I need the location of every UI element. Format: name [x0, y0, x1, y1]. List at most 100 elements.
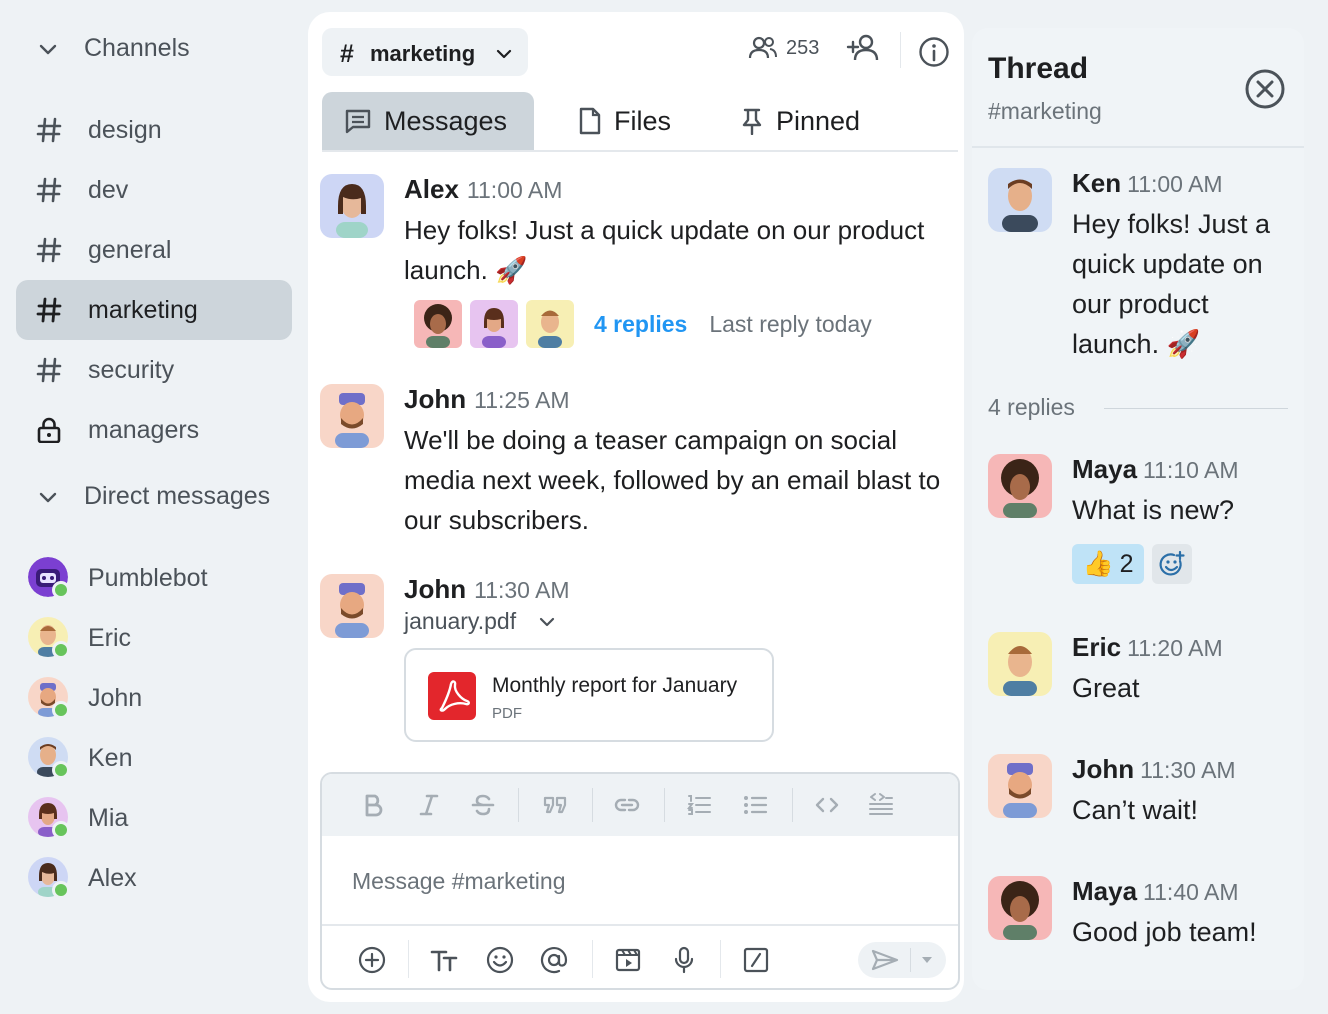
hash-icon — [36, 297, 62, 323]
message-text: Can’t wait! — [1072, 795, 1199, 825]
avatar — [470, 300, 518, 348]
avatar — [988, 632, 1052, 696]
caret-down-icon[interactable] — [920, 954, 934, 966]
reactions: 👍 2 — [1072, 544, 1192, 584]
members-button[interactable]: 253 — [748, 36, 819, 60]
hash-icon — [36, 357, 62, 383]
divider-line — [1104, 408, 1288, 409]
code-block-icon[interactable] — [868, 792, 894, 818]
avatar — [988, 754, 1052, 818]
message-input[interactable]: Message #marketing — [352, 868, 566, 895]
message-time: 11:30 AM — [1140, 757, 1236, 783]
dm-item-ken[interactable]: Ken — [28, 735, 298, 779]
add-member-icon[interactable] — [846, 34, 880, 62]
online-status-dot — [52, 701, 70, 719]
video-clip-icon[interactable] — [614, 946, 642, 974]
sidebar-item-marketing[interactable]: marketing — [16, 280, 292, 340]
channel-selector[interactable]: # marketing — [322, 28, 528, 76]
strikethrough-icon[interactable] — [470, 792, 496, 818]
sidebar-item-label: marketing — [88, 296, 198, 324]
pdf-attachment-card[interactable]: Monthly report for January PDF — [404, 648, 774, 742]
avatar — [988, 168, 1052, 232]
formatting-toolbar — [322, 774, 958, 836]
tab-files[interactable]: Files — [578, 92, 671, 150]
attachment-title: Monthly report for January — [492, 674, 738, 697]
thread-reply: John 11:30 AM Can’t wait! — [988, 754, 1298, 844]
sidebar-item-label: general — [88, 236, 172, 264]
sidebar-item-design[interactable]: design — [16, 100, 292, 160]
direct-messages-section-toggle[interactable]: Direct messages — [36, 482, 270, 511]
dm-item-eric[interactable]: Eric — [28, 615, 298, 659]
attachment-type: PDF — [492, 705, 522, 722]
tab-pinned[interactable]: Pinned — [740, 92, 860, 150]
reaction-count: 2 — [1119, 549, 1134, 578]
avatar — [320, 384, 384, 448]
message-author: Eric 11:20 AM — [1072, 632, 1223, 662]
thread-title: Thread — [988, 52, 1089, 85]
dm-item-pumblebot[interactable]: Pumblebot — [28, 555, 298, 599]
info-icon[interactable] — [918, 36, 950, 68]
microphone-icon[interactable] — [670, 946, 698, 974]
slash-command-icon[interactable] — [742, 946, 770, 974]
mention-icon[interactable] — [540, 946, 568, 974]
sidebar-item-label: security — [88, 356, 175, 384]
send-button-group — [858, 942, 946, 978]
bullet-list-icon[interactable] — [742, 792, 768, 818]
tab-label: Messages — [384, 105, 508, 136]
reaction-thumbs-up[interactable]: 👍 2 — [1072, 544, 1144, 584]
message-time: 11:20 AM — [1127, 635, 1223, 661]
dm-item-label: Alex — [88, 864, 137, 892]
chevron-down-icon — [39, 44, 57, 54]
quote-icon[interactable] — [542, 792, 568, 818]
tab-label: Pinned — [776, 105, 861, 136]
channels-section-toggle[interactable]: Channels — [36, 34, 190, 63]
add-reaction-button[interactable] — [1152, 544, 1192, 584]
main-panel: # marketing 253 Messages Files Pinned Al… — [308, 12, 964, 1002]
message-time: 11:00 AM — [466, 177, 563, 203]
dm-item-alex[interactable]: Alex — [28, 855, 298, 899]
numbered-list-icon[interactable] — [686, 792, 712, 818]
replies-count[interactable]: 4 replies — [594, 311, 687, 338]
hash-icon — [36, 117, 62, 143]
channel-name: marketing — [370, 41, 476, 66]
message-icon — [345, 109, 371, 134]
avatar — [414, 300, 462, 348]
close-icon[interactable] — [1244, 68, 1286, 110]
link-icon[interactable] — [614, 792, 640, 818]
code-icon[interactable] — [814, 792, 840, 818]
file-icon — [579, 107, 601, 135]
reaction-emoji: 👍 — [1082, 549, 1114, 578]
avatar — [320, 174, 384, 238]
last-reply-label: Last reply today — [709, 310, 872, 337]
channels-header: Channels — [84, 34, 190, 62]
send-icon[interactable] — [870, 948, 900, 972]
emoji-icon[interactable] — [486, 946, 514, 974]
avatar — [526, 300, 574, 348]
tab-messages[interactable]: Messages — [322, 92, 534, 150]
sidebar-item-managers[interactable]: managers — [16, 400, 292, 460]
message-time: 11:25 AM — [474, 387, 570, 413]
add-circle-icon[interactable] — [358, 946, 386, 974]
sidebar-item-dev[interactable]: dev — [16, 160, 292, 220]
bold-icon[interactable] — [360, 792, 386, 818]
message-author: John 11:25 AM — [404, 384, 570, 414]
avatar — [988, 876, 1052, 940]
sidebar-item-general[interactable]: general — [16, 220, 292, 280]
tab-label: Files — [614, 105, 672, 136]
message-text: Good job team! — [1072, 917, 1257, 947]
message-author: Alex 11:00 AM — [404, 174, 563, 204]
italic-icon[interactable] — [416, 792, 442, 818]
online-status-dot — [52, 641, 70, 659]
dm-item-john[interactable]: John — [28, 675, 298, 719]
text-format-icon[interactable] — [430, 946, 458, 974]
add-reaction-icon — [1159, 550, 1185, 576]
app-window: Channels design dev general marketing se… — [0, 0, 1328, 1014]
dm-item-mia[interactable]: Mia — [28, 795, 298, 839]
attachment-toggle[interactable]: january.pdf — [404, 608, 558, 635]
thread-replies-link[interactable]: 4 replies Last reply today — [414, 300, 872, 348]
thread-panel: Thread #marketing Ken 11:00 AM Hey folks!… — [972, 28, 1304, 990]
message-author: Maya 11:10 AM — [1072, 454, 1239, 484]
message-text: Great — [1072, 673, 1140, 703]
sidebar-item-security[interactable]: security — [16, 340, 292, 400]
message-item: Alex 11:00 AM Hey folks! Just a quick upd… — [320, 174, 960, 364]
